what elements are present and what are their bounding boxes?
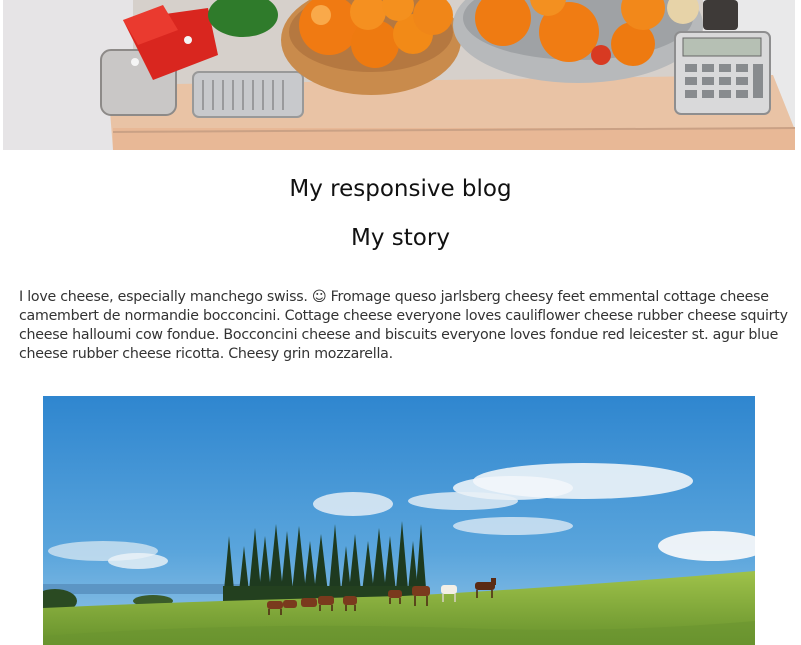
blog-title: My responsive blog <box>289 176 512 202</box>
landscape-image <box>43 396 755 645</box>
horses-meadow-photo-icon <box>43 396 755 645</box>
kitchen-counter-photo-icon <box>3 0 795 150</box>
blog-page: My responsive blog My story I love chees… <box>0 0 801 645</box>
story-paragraph: I love cheese, especially manchego swiss… <box>19 289 788 362</box>
story-heading: My story <box>351 225 450 251</box>
header-image <box>3 0 795 150</box>
